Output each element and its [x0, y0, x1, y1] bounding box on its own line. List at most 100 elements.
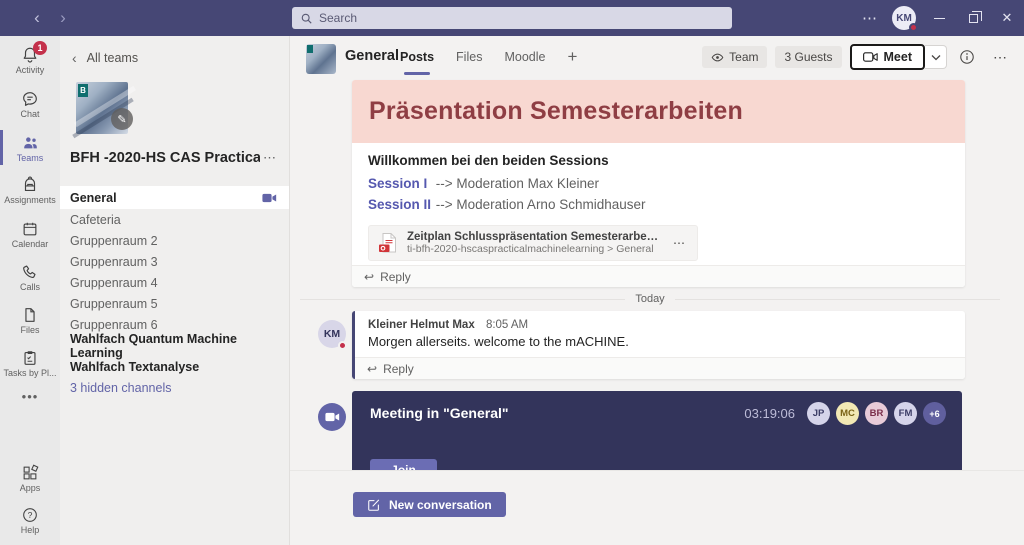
- title-bar: ‹ › Search ⋯ KM ✕: [0, 0, 1024, 36]
- channel-gruppenraum-4[interactable]: Gruppenraum 4: [60, 272, 289, 293]
- user-avatar[interactable]: KM: [892, 6, 916, 30]
- new-conversation-button[interactable]: New conversation: [353, 492, 506, 517]
- team-more-options-icon[interactable]: ⋯: [263, 150, 276, 166]
- channel-tabs: Posts Files Moodle +: [400, 36, 577, 78]
- meeting-timer: 03:19:06: [744, 406, 795, 421]
- channel-more-options-icon[interactable]: ⋯: [987, 49, 1014, 66]
- rail-item-activity[interactable]: 1 Activity: [0, 46, 60, 75]
- chevron-left-icon: ‹: [72, 50, 77, 66]
- search-icon: [300, 12, 313, 25]
- user-avatar-initials: KM: [896, 13, 912, 24]
- meeting-active-camera-icon: [262, 192, 277, 204]
- rail-label: Teams: [0, 153, 60, 163]
- rail-label: Chat: [0, 109, 60, 119]
- channel-gruppenraum-5[interactable]: Gruppenraum 5: [60, 293, 289, 314]
- rail-item-assignments[interactable]: Assignments: [0, 176, 60, 205]
- rail-item-teams[interactable]: Teams: [0, 134, 60, 163]
- apps-icon: [21, 464, 39, 482]
- participant-avatar[interactable]: JP: [807, 402, 830, 425]
- chat-icon: [21, 90, 39, 108]
- activity-badge: 1: [33, 41, 47, 55]
- avatar-initials: KM: [324, 328, 340, 340]
- channel-label: Cafeteria: [70, 213, 121, 227]
- rail-label: Calls: [0, 282, 60, 292]
- hidden-channels-label: 3 hidden channels: [70, 381, 171, 395]
- session-2-label: Session II: [368, 194, 432, 215]
- presence-busy-dot: [338, 341, 347, 350]
- participant-avatar[interactable]: FM: [894, 402, 917, 425]
- team-pill-label: Team: [729, 50, 758, 64]
- team-logo-badge: B: [78, 84, 88, 97]
- search-input[interactable]: Search: [292, 7, 732, 29]
- channel-list: General Cafeteria Gruppenraum 2 Gruppenr…: [60, 186, 289, 398]
- session-1-line: Session I --> Moderation Max Kleiner: [368, 173, 949, 194]
- rail-item-chat[interactable]: Chat: [0, 90, 60, 119]
- session-1-label: Session I: [368, 173, 432, 194]
- rail-item-files[interactable]: Files: [0, 306, 60, 335]
- channel-general[interactable]: General: [60, 186, 289, 209]
- hidden-channels-link[interactable]: 3 hidden channels: [60, 377, 289, 398]
- channel-gruppenraum-2[interactable]: Gruppenraum 2: [60, 230, 289, 251]
- reply-label: Reply: [383, 362, 414, 376]
- rail-item-apps[interactable]: Apps: [0, 464, 60, 493]
- add-tab-button[interactable]: +: [567, 47, 577, 67]
- back-icon[interactable]: ‹: [24, 8, 50, 28]
- file-location: ti-bfh-2020-hscaspracticalmachinelearnin…: [407, 243, 660, 255]
- channel-wahlfach-quantum[interactable]: Wahlfach Quantum Machine Learning: [60, 335, 289, 356]
- meet-button[interactable]: Meet: [850, 44, 925, 70]
- channel-gruppenraum-3[interactable]: Gruppenraum 3: [60, 251, 289, 272]
- rail-item-calls[interactable]: Calls: [0, 263, 60, 292]
- reply-button[interactable]: ↩ Reply: [352, 265, 965, 287]
- rail-item-calendar[interactable]: Calendar: [0, 220, 60, 249]
- new-conversation-label: New conversation: [389, 498, 492, 512]
- meeting-card: Meeting in "General" 03:19:06 JP MC BR F…: [352, 391, 962, 470]
- settings-more-icon[interactable]: ⋯: [848, 9, 892, 27]
- minimize-button[interactable]: [922, 0, 956, 36]
- team-logo-badge: [307, 45, 313, 53]
- all-teams-back-button[interactable]: ‹ All teams: [60, 36, 289, 66]
- tasks-icon: [21, 349, 39, 367]
- guests-pill[interactable]: 3 Guests: [775, 46, 841, 68]
- participant-overflow-badge[interactable]: +6: [923, 402, 946, 425]
- channel-info-button[interactable]: [955, 49, 979, 65]
- rail-item-more[interactable]: •••: [0, 388, 60, 406]
- footer-divider: [290, 470, 1024, 471]
- presence-busy-dot: [909, 23, 918, 32]
- posts-scroll-area[interactable]: Präsentation Semesterarbeiten Willkommen…: [290, 78, 1024, 470]
- restore-button[interactable]: [956, 0, 990, 36]
- announcement-banner: Präsentation Semesterarbeiten: [352, 80, 965, 143]
- team-visibility-pill[interactable]: Team: [702, 46, 767, 68]
- message-author: Kleiner Helmut Max: [368, 319, 475, 331]
- svg-text:?: ?: [28, 510, 33, 520]
- more-apps-icon: •••: [22, 389, 39, 404]
- guests-pill-label: 3 Guests: [784, 50, 832, 64]
- tab-files[interactable]: Files: [456, 36, 482, 78]
- edit-team-picture-button[interactable]: ✎: [111, 108, 133, 130]
- participant-avatar[interactable]: BR: [865, 402, 888, 425]
- eye-icon: [711, 52, 724, 63]
- team-name: BFH -2020-HS CAS Practical ...: [70, 150, 260, 166]
- phone-icon: [21, 263, 39, 281]
- tab-moodle[interactable]: Moodle: [504, 36, 545, 78]
- join-meeting-button[interactable]: Join: [370, 459, 437, 470]
- calendar-icon: [21, 220, 39, 238]
- file-attachment-card[interactable]: Zeitplan Schlusspräsentation Semesterarb…: [368, 225, 698, 261]
- message-timestamp: 8:05 AM: [486, 319, 528, 331]
- app-rail: 1 Activity Chat Teams Assignments Calend…: [0, 36, 60, 545]
- participant-avatar[interactable]: MC: [836, 402, 859, 425]
- tab-posts[interactable]: Posts: [400, 36, 434, 78]
- forward-icon[interactable]: ›: [50, 8, 76, 28]
- meet-options-dropdown[interactable]: [925, 45, 947, 69]
- rail-item-tasks[interactable]: Tasks by Pl...: [0, 349, 60, 378]
- channel-cafeteria[interactable]: Cafeteria: [60, 209, 289, 230]
- meeting-title: Meeting in "General": [370, 405, 509, 421]
- file-more-options-icon[interactable]: ⋯: [669, 236, 689, 250]
- close-button[interactable]: ✕: [990, 0, 1024, 36]
- powerpoint-file-icon: [378, 232, 398, 254]
- info-icon: [959, 49, 975, 65]
- help-icon: ?: [21, 506, 39, 524]
- rail-item-help[interactable]: ? Help: [0, 506, 60, 535]
- file-title: Zeitplan Schlusspräsentation Semesterarb…: [407, 231, 660, 243]
- reply-button[interactable]: ↩ Reply: [355, 357, 965, 379]
- message-author-avatar[interactable]: KM: [318, 320, 346, 348]
